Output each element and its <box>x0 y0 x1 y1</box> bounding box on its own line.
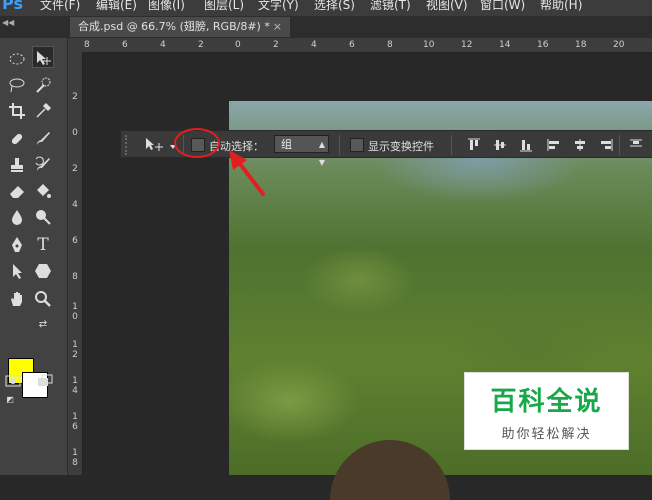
quick-mask-icon[interactable] <box>2 370 24 392</box>
brush-tool-icon[interactable] <box>32 128 54 150</box>
separator <box>451 135 452 155</box>
menu-help[interactable]: 帮助(H) <box>540 0 582 13</box>
menu-window[interactable]: 窗口(W) <box>480 0 525 13</box>
ruler-tick: 4 <box>311 40 317 50</box>
ruler-tick: 16 <box>537 40 549 50</box>
ruler-tick: 14 <box>499 40 511 50</box>
document-tab[interactable]: 合成.psd @ 66.7% (翅膀, RGB/8#) * × <box>70 17 290 37</box>
ruler-tick: 10 <box>423 40 435 50</box>
menu-select[interactable]: 选择(S) <box>314 0 355 13</box>
show-transform-controls-label: 显示变换控件 <box>368 140 434 153</box>
ruler-tick: 0 <box>72 128 78 138</box>
document-tab-title: 合成.psd @ 66.7% (翅膀, RGB/8#) * <box>78 20 270 33</box>
ruler-tick: 0 <box>235 40 241 50</box>
ruler-tick: 1 0 <box>72 302 78 322</box>
menu-view[interactable]: 视图(V) <box>426 0 468 13</box>
ruler-tick: 8 <box>387 40 393 50</box>
align-horizontal-center-icon[interactable] <box>573 138 587 152</box>
ruler-tick: 12 <box>461 40 473 50</box>
move-tool-icon[interactable] <box>32 46 54 68</box>
ruler-tick: 6 <box>122 40 128 50</box>
ruler-tick: 4 <box>160 40 166 50</box>
options-bar-grip[interactable] <box>125 135 133 155</box>
align-bottom-icon[interactable] <box>519 138 533 152</box>
healing-brush-tool-icon[interactable] <box>6 128 28 150</box>
ruler-tick: 8 <box>72 272 78 282</box>
hand-tool-icon[interactable] <box>6 288 28 310</box>
history-brush-tool-icon[interactable] <box>32 154 54 176</box>
ruler-tick: 6 <box>72 236 78 246</box>
type-tool-icon[interactable]: T <box>32 234 54 256</box>
lasso-tool-icon[interactable] <box>6 74 28 96</box>
pen-tool-icon[interactable] <box>6 234 28 256</box>
align-vertical-center-icon[interactable] <box>493 138 507 152</box>
crop-tool-icon[interactable] <box>6 100 28 122</box>
ruler-tick: 6 <box>349 40 355 50</box>
vertical-ruler: 2 0 2 4 6 8 1 0 1 2 1 4 1 6 1 8 <box>68 52 83 475</box>
marquee-tool-icon[interactable] <box>6 48 28 70</box>
menu-file[interactable]: 文件(F) <box>40 0 80 13</box>
paint-bucket-tool-icon[interactable] <box>32 180 54 202</box>
collapse-panel-icon[interactable]: ◀◀ <box>2 18 14 27</box>
watermark-badge: 百科全说 助你轻松解决 <box>464 372 629 450</box>
ruler-tick: 4 <box>72 200 78 210</box>
photoshop-logo: Ps <box>2 0 23 13</box>
quick-selection-tool-icon[interactable] <box>32 74 54 96</box>
horizontal-ruler: 8 6 4 2 0 2 4 6 8 10 12 14 16 18 20 <box>68 38 652 53</box>
eyedropper-tool-icon[interactable] <box>32 100 54 122</box>
align-left-icon[interactable] <box>547 138 561 152</box>
ruler-tick: 1 2 <box>72 340 78 360</box>
watermark-subtitle: 助你轻松解决 <box>501 427 592 442</box>
close-tab-icon[interactable]: × <box>273 17 282 37</box>
show-transform-controls-checkbox[interactable] <box>350 138 364 152</box>
distribute-top-icon[interactable] <box>629 138 643 152</box>
menu-type[interactable]: 文字(Y) <box>258 0 299 13</box>
ruler-tick: 8 <box>84 40 90 50</box>
path-selection-tool-icon[interactable] <box>6 260 28 282</box>
dropdown-arrow-icon: ▲ ▼ <box>318 140 325 167</box>
ruler-tick: 20 <box>613 40 625 50</box>
menu-edit[interactable]: 编辑(E) <box>96 0 137 13</box>
ruler-tick: 18 <box>575 40 587 50</box>
ruler-tick: 1 8 <box>72 448 78 468</box>
zoom-tool-icon[interactable] <box>32 288 54 310</box>
dodge-tool-icon[interactable] <box>32 206 54 228</box>
ruler-tick: 2 <box>72 92 78 102</box>
menu-bar: Ps 文件(F) 编辑(E) 图像(I) 图层(L) 文字(Y) 选择(S) 滤… <box>0 0 652 16</box>
screen-mode-icon[interactable] <box>34 370 56 392</box>
align-right-icon[interactable] <box>599 138 613 152</box>
blur-tool-icon[interactable] <box>6 206 28 228</box>
default-colors-icon[interactable]: ◩ <box>4 394 16 406</box>
ruler-tick: 2 <box>273 40 279 50</box>
clone-stamp-tool-icon[interactable] <box>6 154 28 176</box>
eraser-tool-icon[interactable] <box>6 180 28 202</box>
menu-image[interactable]: 图像(I) <box>148 0 185 13</box>
separator <box>339 135 340 155</box>
menu-filter[interactable]: 滤镜(T) <box>370 0 411 13</box>
annotation-arrow-icon <box>229 150 265 196</box>
highlight-circle <box>174 128 220 158</box>
swap-colors-icon[interactable]: ⇄ <box>36 318 50 332</box>
ruler-tick: 1 4 <box>72 376 78 396</box>
ruler-tick: 2 <box>72 164 78 174</box>
watermark-title: 百科全说 <box>490 387 603 417</box>
menu-layer[interactable]: 图层(L) <box>204 0 244 13</box>
ruler-tick: 2 <box>198 40 204 50</box>
shape-tool-icon[interactable] <box>32 260 54 282</box>
align-top-icon[interactable] <box>467 138 481 152</box>
separator <box>619 135 620 155</box>
ruler-tick: 1 6 <box>72 412 78 432</box>
tools-panel: T ⇄ ◩ <box>0 38 68 475</box>
